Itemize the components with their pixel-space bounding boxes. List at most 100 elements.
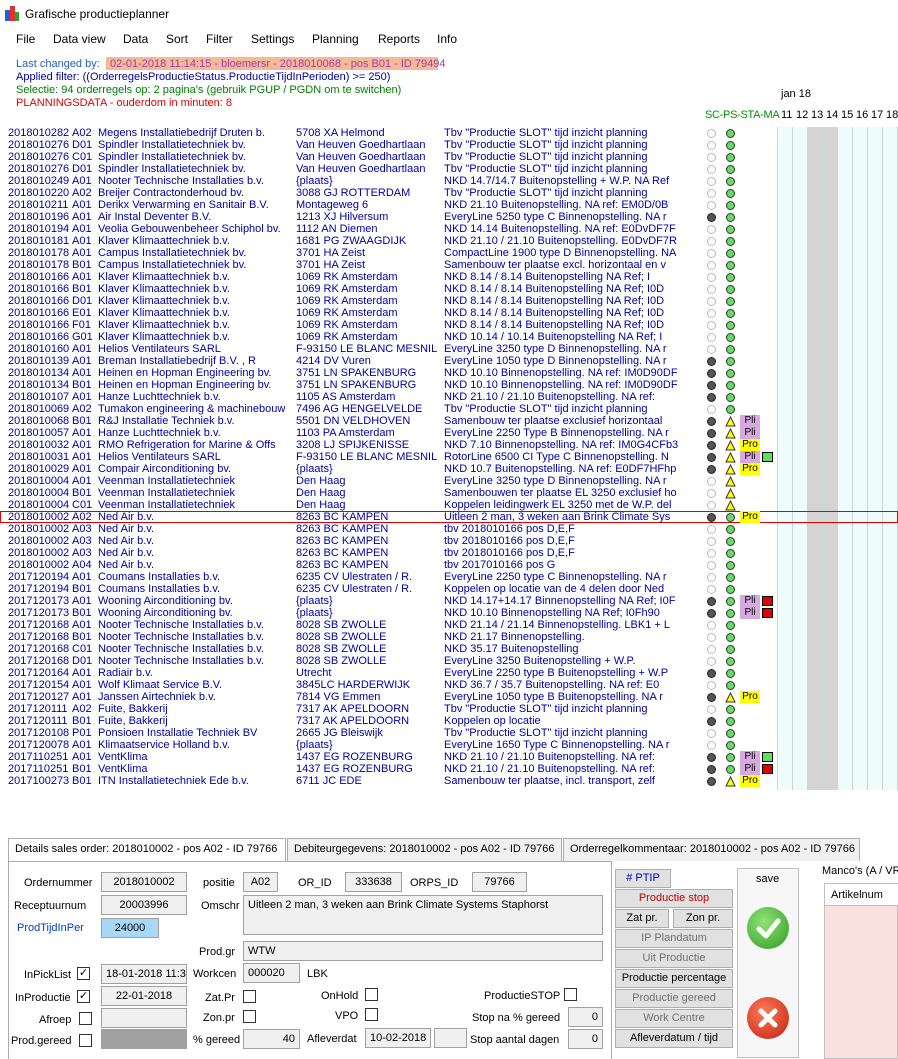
table-row[interactable]: 2018010002 A03 Ned Air b.v. 8263 BC KAMPEN t… xyxy=(0,535,898,547)
table-row[interactable]: 2018010220 A02 Breijer Contractonderhoud b… xyxy=(0,187,898,199)
table-row[interactable]: 2018010029 A01 Compair Airconditioning bv.… xyxy=(0,463,898,475)
table-row[interactable]: 2017120078 A01 Klimaatservice Holland b.v.… xyxy=(0,739,898,751)
manco-column-header[interactable]: Artikelnum xyxy=(825,884,898,906)
table-row[interactable]: 2018010178 B01 Campus Installatietechniek … xyxy=(0,259,898,271)
table-row[interactable]: 2018010276 C01 Spindler Installatietechnie… xyxy=(0,151,898,163)
table-row[interactable]: 2018010134 B01 Heinen en Hopman Engineerin… xyxy=(0,379,898,391)
receptuurnum-field[interactable]: 20003996 xyxy=(101,895,187,915)
aflevertijd-field[interactable] xyxy=(434,1028,467,1048)
menu-sort[interactable]: Sort xyxy=(166,32,188,46)
table-row[interactable]: 2018010069 A02 Tumakon engineering & machi… xyxy=(0,403,898,415)
table-row[interactable]: 2017120173 B01 Wooning Airconditioning bv.… xyxy=(0,607,898,619)
table-row[interactable]: 2018010002 A03 Ned Air b.v. 8263 BC KAMPEN t… xyxy=(0,547,898,559)
table-row[interactable]: 2017110251 A01 VentKlima 1437 EG ROZENBURG N… xyxy=(0,751,898,763)
table-row[interactable]: 2017120168 A01 Nooter Technische Installat… xyxy=(0,619,898,631)
table-row[interactable]: 2018010276 D01 Spindler Installatietechnie… xyxy=(0,139,898,151)
omschr-field[interactable]: Uitleen 2 man, 3 weken aan Brink Climate… xyxy=(243,895,603,935)
afroep-field[interactable] xyxy=(101,1008,187,1028)
table-row[interactable]: 2017120173 A01 Wooning Airconditioning bv.… xyxy=(0,595,898,607)
work-centre-button[interactable]: Work Centre xyxy=(615,1009,733,1028)
uit-productie-button[interactable]: Uit Productie xyxy=(615,949,733,968)
prodtijd-field[interactable]: 24000 xyxy=(101,918,159,938)
ip-plandatum-button[interactable]: IP Plandatum xyxy=(615,929,733,948)
inpicklist-checkbox[interactable]: ✓ xyxy=(77,967,90,980)
ptip-button[interactable]: # PTIP xyxy=(615,869,671,888)
zatpr-checkbox[interactable] xyxy=(243,990,256,1003)
table-row[interactable]: 2018010276 D01 Spindler Installatietechnie… xyxy=(0,163,898,175)
prodgr-field[interactable]: WTW xyxy=(243,941,603,961)
table-row[interactable]: 2018010068 B01 R&J Installatie Techniek b.… xyxy=(0,415,898,427)
table-row[interactable]: 2018010166 G01 Klaver Klimaattechniek b.v.… xyxy=(0,331,898,343)
table-row[interactable]: 2018010166 B01 Klaver Klimaattechniek b.v.… xyxy=(0,283,898,295)
table-row[interactable]: 2017120108 P01 Ponsioen Installatie Techni… xyxy=(0,727,898,739)
table-row[interactable]: 2017120127 A01 Janssen Airtechniek b.v. 781… xyxy=(0,691,898,703)
table-row[interactable]: 2017120111 A02 Fuite, Bakkerij 7317 AK APEL… xyxy=(0,703,898,715)
onhold-checkbox[interactable] xyxy=(365,988,378,1001)
table-row[interactable]: 2018010002 A04 Ned Air b.v. 8263 BC KAMPEN t… xyxy=(0,559,898,571)
productie-stop-button[interactable]: Productie stop xyxy=(615,889,733,908)
table-row[interactable]: 2017120168 B01 Nooter Technische Installat… xyxy=(0,631,898,643)
table-row[interactable]: 2018010178 A01 Campus Installatietechniek … xyxy=(0,247,898,259)
table-row[interactable]: 2017120168 C01 Nooter Technische Installat… xyxy=(0,643,898,655)
table-row[interactable]: 2018010107 A01 Hanze Luchttechniek b.v. 110… xyxy=(0,391,898,403)
tab-debiteurgegevens[interactable]: Debiteurgegevens: 2018010002 - pos A02 -… xyxy=(287,838,562,861)
table-row[interactable]: 2018010160 A01 Helios Ventilateurs SARL F-9… xyxy=(0,343,898,355)
table-row[interactable]: 2018010004 C01 Veenman Installatietechniek… xyxy=(0,499,898,511)
table-row[interactable]: 2018010004 B01 Veenman Installatietechniek… xyxy=(0,487,898,499)
table-row[interactable]: 2017120194 B01 Coumans Installaties b.v. 62… xyxy=(0,583,898,595)
stopaantal-field[interactable]: 0 xyxy=(568,1029,603,1049)
table-row[interactable]: 2018010196 A01 Air Instal Deventer B.V. 121… xyxy=(0,211,898,223)
table-row[interactable]: 2018010166 E01 Klaver Klimaattechniek b.v.… xyxy=(0,307,898,319)
table-row[interactable]: 2018010166 A01 Klaver Klimaattechniek b.v.… xyxy=(0,271,898,283)
tab-orderregelkommentaar[interactable]: Orderregelkommentaar: 2018010002 - pos A… xyxy=(563,838,860,861)
menu-info[interactable]: Info xyxy=(437,32,457,46)
zon-pr-button[interactable]: Zon pr. xyxy=(673,909,733,928)
table-row[interactable]: 2018010166 F01 Klaver Klimaattechniek b.v.… xyxy=(0,319,898,331)
table-row[interactable]: 2018010166 D01 Klaver Klimaattechniek b.v.… xyxy=(0,295,898,307)
inproductie-date[interactable]: 22-01-2018 xyxy=(101,986,187,1006)
table-row[interactable]: 2018010139 A01 Breman Installatiebedrijf B… xyxy=(0,355,898,367)
productie-percentage-button[interactable]: Productie percentage xyxy=(615,969,733,988)
save-button[interactable] xyxy=(747,907,789,949)
zonpr-checkbox[interactable] xyxy=(243,1010,256,1023)
table-row[interactable]: 2017120164 A01 Radiair b.v. Utrecht EveryLin… xyxy=(0,667,898,679)
prodgereed-checkbox[interactable] xyxy=(79,1034,92,1047)
or-id-field[interactable]: 333638 xyxy=(345,872,402,892)
zat-pr-button[interactable]: Zat pr. xyxy=(615,909,669,928)
menu-planning[interactable]: Planning xyxy=(312,32,359,46)
stopna-field[interactable]: 0 xyxy=(568,1007,603,1027)
table-row[interactable]: 2018010249 A01 Nooter Technische Installat… xyxy=(0,175,898,187)
table-row[interactable]: 2017100273 B01 ITN Installatietechniek Ede… xyxy=(0,775,898,787)
afleverdat-field[interactable]: 10-02-2018 xyxy=(365,1028,431,1048)
gereed-field[interactable]: 40 xyxy=(243,1029,300,1049)
table-row[interactable]: 2017120154 A01 Wolf Klimaat Service B.V. 38… xyxy=(0,679,898,691)
table-row[interactable]: 2018010181 A01 Klaver Klimaattechniek b.v.… xyxy=(0,235,898,247)
menu-data-view[interactable]: Data view xyxy=(53,32,106,46)
table-row[interactable]: 2018010004 A01 Veenman Installatietechniek… xyxy=(0,475,898,487)
table-row[interactable]: 2018010134 A01 Heinen en Hopman Engineerin… xyxy=(0,367,898,379)
cancel-button[interactable] xyxy=(747,997,789,1039)
table-row[interactable]: 2018010032 A01 RMO Refrigeration for Marin… xyxy=(0,439,898,451)
table-row[interactable]: 2018010002 A03 Ned Air b.v. 8263 BC KAMPEN t… xyxy=(0,523,898,535)
table-row[interactable]: 2018010211 A01 Derikx Verwarming en Sanita… xyxy=(0,199,898,211)
tab-details-sales-order[interactable]: Details sales order: 2018010002 - pos A0… xyxy=(8,838,286,862)
inproductie-checkbox[interactable]: ✓ xyxy=(77,990,90,1003)
table-row[interactable]: 2018010194 A01 Veolia Gebouwenbeheer Schip… xyxy=(0,223,898,235)
menu-filter[interactable]: Filter xyxy=(206,32,233,46)
afleverdatum-button[interactable]: Afleverdatum / tijd xyxy=(615,1029,733,1048)
table-row[interactable]: 2018010031 A01 Helios Ventilateurs SARL F-9… xyxy=(0,451,898,463)
vpo-checkbox[interactable] xyxy=(365,1008,378,1021)
menu-data[interactable]: Data xyxy=(123,32,148,46)
prodgereed-field[interactable] xyxy=(101,1029,187,1049)
table-row[interactable]: 2017120168 D01 Nooter Technische Installat… xyxy=(0,655,898,667)
menu-reports[interactable]: Reports xyxy=(378,32,420,46)
inpicklist-date[interactable]: 18-01-2018 11:3 xyxy=(101,964,187,984)
productie-gereed-button[interactable]: Productie gereed xyxy=(615,989,733,1008)
menu-settings[interactable]: Settings xyxy=(251,32,294,46)
table-row[interactable]: 2018010282 A02 Megens Installatiebedrijf D… xyxy=(0,127,898,139)
productiestop-checkbox[interactable] xyxy=(564,988,577,1001)
table-row[interactable]: 2017120111 B01 Fuite, Bakkerij 7317 AK APEL… xyxy=(0,715,898,727)
orps-id-field[interactable]: 79766 xyxy=(472,872,527,892)
positie-field[interactable]: A02 xyxy=(243,872,278,892)
table-row[interactable]: 2017110251 B01 VentKlima 1437 EG ROZENBURG N… xyxy=(0,763,898,775)
